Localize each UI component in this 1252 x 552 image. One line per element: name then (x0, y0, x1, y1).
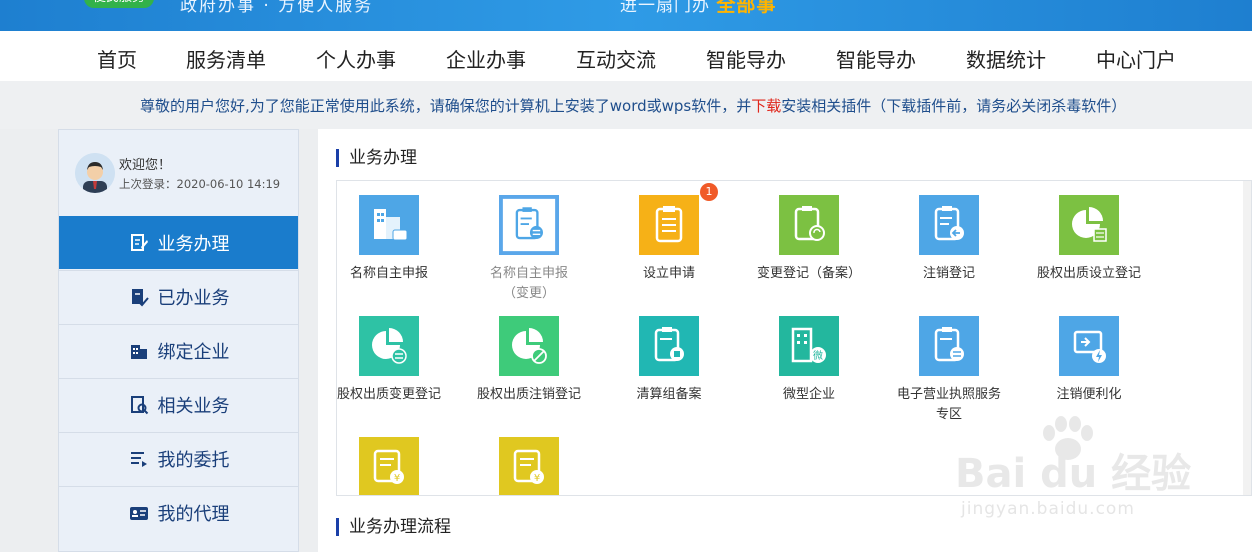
download-link[interactable]: 下载 (751, 97, 781, 115)
svg-text:¥: ¥ (394, 473, 400, 484)
svg-text:¥: ¥ (534, 473, 540, 484)
welcome-text: 欢迎您！ (119, 158, 172, 173)
tile-label: 电子营业执照服务专区 (896, 387, 1001, 422)
nav-smart-guide-2[interactable]: 智能导办 (836, 44, 916, 73)
tile-label: 变更登记（备案） (756, 266, 861, 281)
main-content: 业务办理 名称自主申报 名称自主申报（变更） 1 设立申请 变更登记（备案） 注… (318, 129, 1252, 552)
tile-label: 股权出质变更登记 (336, 387, 441, 402)
nav-personal[interactable]: 个人办事 (316, 44, 396, 73)
building-name-icon (359, 195, 419, 255)
tile-label: 微型企业 (782, 387, 835, 402)
tile-equity-pledge-change[interactable]: 股权出质变更登记 (336, 302, 454, 412)
yen-doc-icon: ¥ (499, 437, 559, 495)
pie-cancel-icon (499, 316, 559, 376)
section-title-process: 业务办理流程 (336, 518, 451, 536)
notice-part1: 尊敬的用户您好,为了您能正常使用此系统，请确保您的计算机上安装了word或wps… (140, 97, 752, 115)
svg-text:微: 微 (813, 349, 823, 362)
pie-doc-icon (1059, 195, 1119, 255)
tile-micro-enterprise[interactable]: 微 微型企业 (744, 302, 874, 412)
id-card-icon (129, 507, 148, 520)
tile-e-license-zone[interactable]: 电子营业执照服务专区 (884, 302, 1014, 422)
top-banner: 便民服务 政府办事 · 方便人服务 进一扇门办 全部事 (0, 0, 1252, 31)
clipboard-stamp-icon (639, 316, 699, 376)
tile-label: 股权出质注销登记 (476, 387, 581, 402)
sidebar-item-label: 我的代理 (157, 504, 230, 525)
sidebar-item-label: 我的委托 (157, 450, 230, 471)
clipboard-swap-icon (919, 316, 979, 376)
tile-label: 名称自主申报（变更） (489, 266, 568, 301)
yen-doc-icon: ¥ (359, 437, 419, 495)
user-avatar-icon (75, 153, 115, 193)
sidebar-item-entrust[interactable]: 我的委托 (59, 432, 298, 485)
main-nav: 首页 服务清单 个人办事 企业办事 互动交流 智能导办 智能导办 数据统计 中心… (0, 31, 1252, 81)
sidebar-item-bind-enterprise[interactable]: 绑定企业 (59, 324, 298, 377)
tile-fee-1[interactable]: ¥ (337, 423, 454, 495)
pie-swap-icon (359, 316, 419, 376)
tile-name-declaration[interactable]: 名称自主申报 (337, 181, 454, 291)
tile-liquidation-filing[interactable]: 清算组备案 (604, 302, 734, 412)
sidebar-item-agent[interactable]: 我的代理 (59, 486, 298, 539)
building-micro-icon: 微 (779, 316, 839, 376)
user-panel: 欢迎您！ 上次登录：2020-06-10 14:19 (59, 130, 298, 216)
notice-part2: 安装相关插件（下载插件前，请务必关闭杀毒软件） (781, 97, 1127, 115)
edit-doc-icon (130, 233, 148, 251)
tiles-scrollbar[interactable] (1243, 181, 1251, 495)
nav-home[interactable]: 首页 (97, 44, 137, 73)
tagline-highlight: 全部事 (716, 0, 777, 16)
tile-label: 清算组备案 (636, 387, 702, 402)
tile-equity-pledge-cancel[interactable]: 股权出质注销登记 (464, 302, 594, 412)
sidebar-item-label: 绑定企业 (157, 342, 230, 363)
tile-name-declaration-change[interactable]: 名称自主申报（变更） (464, 181, 594, 301)
list-arrow-icon (130, 452, 147, 467)
tile-deregistration-facilitation[interactable]: 注销便利化 (1024, 302, 1154, 412)
tile-change-registration[interactable]: 变更登记（备案） (744, 181, 874, 291)
tile-deregistration[interactable]: 注销登记 (884, 181, 1014, 291)
sidebar-item-label: 相关业务 (157, 396, 230, 417)
tile-label: 股权出质设立登记 (1036, 266, 1141, 281)
tile-label: 名称自主申报 (349, 266, 428, 281)
notification-badge: 1 (700, 183, 718, 201)
clipboard-icon (639, 195, 699, 255)
sidebar-item-label: 已办业务 (157, 288, 230, 309)
tile-fee-2[interactable]: ¥ (464, 423, 594, 495)
building-icon (130, 345, 147, 359)
sidebar-item-business[interactable]: 业务办理 (59, 216, 298, 269)
nav-smart-guide-1[interactable]: 智能导办 (706, 44, 786, 73)
sidebar-item-done[interactable]: 已办业务 (59, 270, 298, 323)
sidebar: 欢迎您！ 上次登录：2020-06-10 14:19 业务办理 已办业务 绑定企… (58, 129, 299, 552)
doc-search-icon (130, 396, 148, 415)
tile-label: 注销便利化 (1056, 387, 1122, 402)
nav-enterprise[interactable]: 企业办事 (446, 44, 526, 73)
last-login-text: 上次登录：2020-06-10 14:19 (119, 177, 281, 191)
tagline-prefix: 进一扇门办 (620, 0, 710, 16)
doc-check-icon (131, 289, 149, 307)
notice-bar: 尊敬的用户您好,为了您能正常使用此系统，请确保您的计算机上安装了word或wps… (0, 81, 1252, 129)
tile-equity-pledge-establish[interactable]: 股权出质设立登记 (1024, 181, 1154, 291)
banner-tagline: 进一扇门办 全部事 (620, 0, 776, 17)
notice-text: 尊敬的用户您好,为了您能正常使用此系统，请确保您的计算机上安装了word或wps… (140, 95, 1126, 116)
nav-statistics[interactable]: 数据统计 (966, 44, 1046, 73)
doc-flash-icon (1059, 316, 1119, 376)
clipboard-refresh-icon (779, 195, 839, 255)
nav-portal[interactable]: 中心门户 (1096, 44, 1176, 73)
clipboard-back-icon (919, 195, 979, 255)
tile-label: 注销登记 (922, 266, 975, 281)
service-badge: 便民服务 (84, 0, 154, 8)
nav-service-list[interactable]: 服务清单 (186, 44, 266, 73)
sidebar-item-label: 业务办理 (157, 233, 230, 255)
clipboard-change-icon (499, 195, 559, 255)
tile-establish-application[interactable]: 1 设立申请 (604, 181, 734, 291)
section-title-business: 业务办理 (336, 149, 417, 167)
business-tiles-panel: 名称自主申报 名称自主申报（变更） 1 设立申请 变更登记（备案） 注销登记 股… (336, 180, 1252, 496)
sidebar-item-related[interactable]: 相关业务 (59, 378, 298, 431)
banner-slogan: 政府办事 · 方便人服务 (180, 0, 374, 16)
tile-label: 设立申请 (642, 266, 695, 281)
nav-interaction[interactable]: 互动交流 (576, 44, 656, 73)
